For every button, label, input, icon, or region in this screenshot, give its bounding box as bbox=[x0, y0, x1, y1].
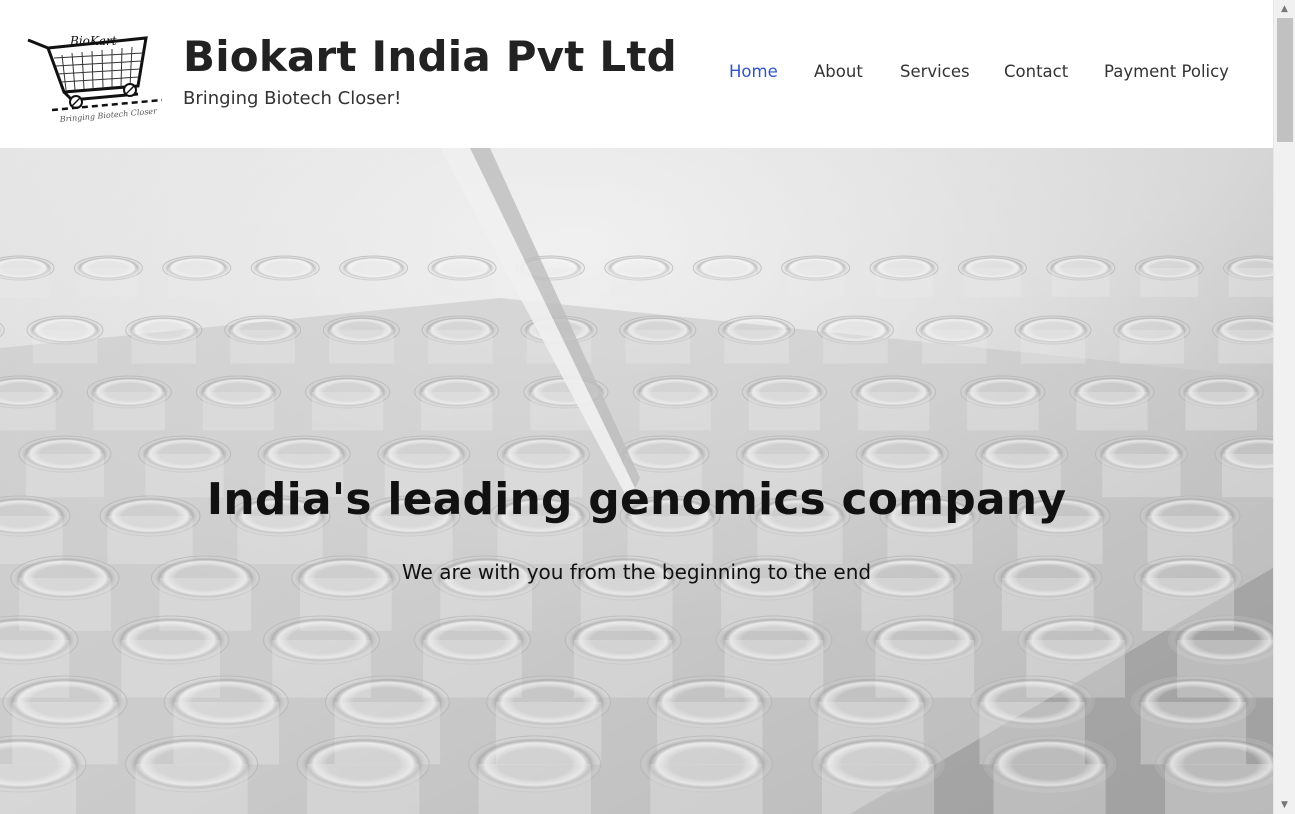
tube-body bbox=[421, 392, 493, 431]
site-header: BioKart Bringing Biotech Closer Biokart … bbox=[0, 0, 1273, 148]
tube-body bbox=[427, 330, 493, 364]
tube-body bbox=[1140, 268, 1199, 297]
tube-body bbox=[748, 392, 821, 431]
tube-body bbox=[821, 764, 935, 814]
tube-body bbox=[478, 764, 591, 814]
site-logo[interactable]: BioKart Bringing Biotech Closer bbox=[26, 28, 164, 124]
tube-body bbox=[433, 268, 491, 297]
tube-body bbox=[135, 764, 248, 814]
tube-body bbox=[609, 268, 668, 297]
tube-body bbox=[963, 268, 1022, 297]
scroll-up-arrow-icon[interactable]: ▲ bbox=[1274, 0, 1295, 18]
tube-body bbox=[875, 268, 933, 297]
nav-about[interactable]: About bbox=[814, 62, 863, 81]
nav-payment-policy[interactable]: Payment Policy bbox=[1104, 62, 1229, 81]
tube-body bbox=[307, 764, 420, 814]
tube-body bbox=[1185, 392, 1257, 431]
tube-body bbox=[167, 268, 226, 297]
tube-body bbox=[1218, 330, 1273, 364]
tube-body bbox=[639, 392, 711, 431]
tube-body bbox=[1051, 268, 1110, 297]
site-title[interactable]: Biokart India Pvt Ltd bbox=[183, 32, 677, 81]
hero-banner: India's leading genomics company We are … bbox=[0, 148, 1273, 814]
tube-body bbox=[0, 764, 77, 814]
scroll-down-arrow-icon[interactable]: ▼ bbox=[1274, 796, 1295, 814]
page-scrollbar[interactable]: ▲ ▼ bbox=[1273, 0, 1295, 814]
tube-body bbox=[857, 392, 930, 431]
tube-body bbox=[131, 330, 197, 364]
scroll-thumb[interactable] bbox=[1277, 18, 1293, 142]
tube-body bbox=[993, 764, 1106, 814]
tube-body bbox=[202, 392, 275, 431]
nav-services[interactable]: Services bbox=[900, 62, 970, 81]
tube-body bbox=[921, 330, 987, 364]
tube-body bbox=[786, 268, 845, 297]
tube-body bbox=[230, 330, 295, 364]
tube-body bbox=[1020, 330, 1086, 364]
tube-body bbox=[967, 392, 1039, 431]
hero-title: India's leading genomics company bbox=[206, 474, 1067, 525]
tube-body bbox=[32, 330, 98, 364]
tube-body bbox=[823, 330, 888, 364]
tube-body bbox=[724, 330, 789, 364]
nav-home[interactable]: Home bbox=[729, 62, 778, 81]
cart-logo-icon: BioKart Bringing Biotech Closer bbox=[27, 34, 163, 124]
tube-body bbox=[698, 268, 757, 297]
tube-body bbox=[1165, 764, 1273, 814]
tube-body bbox=[1228, 268, 1273, 297]
tube-body bbox=[329, 330, 394, 364]
tube-body bbox=[1076, 392, 1148, 431]
tube-body bbox=[1119, 330, 1185, 364]
svg-text:BioKart: BioKart bbox=[69, 34, 117, 48]
tube-body bbox=[0, 268, 49, 297]
site-tagline: Bringing Biotech Closer! bbox=[183, 88, 402, 109]
tube-body bbox=[0, 392, 56, 431]
tube-body bbox=[93, 392, 165, 431]
tube-body bbox=[256, 268, 315, 297]
tube-body bbox=[79, 268, 138, 297]
tube-body bbox=[650, 764, 763, 814]
hero-subtitle: We are with you from the beginning to th… bbox=[401, 560, 872, 584]
nav-contact[interactable]: Contact bbox=[1004, 62, 1068, 81]
tube-body bbox=[625, 330, 691, 364]
tube-body bbox=[344, 268, 403, 297]
tube-body bbox=[311, 392, 384, 431]
